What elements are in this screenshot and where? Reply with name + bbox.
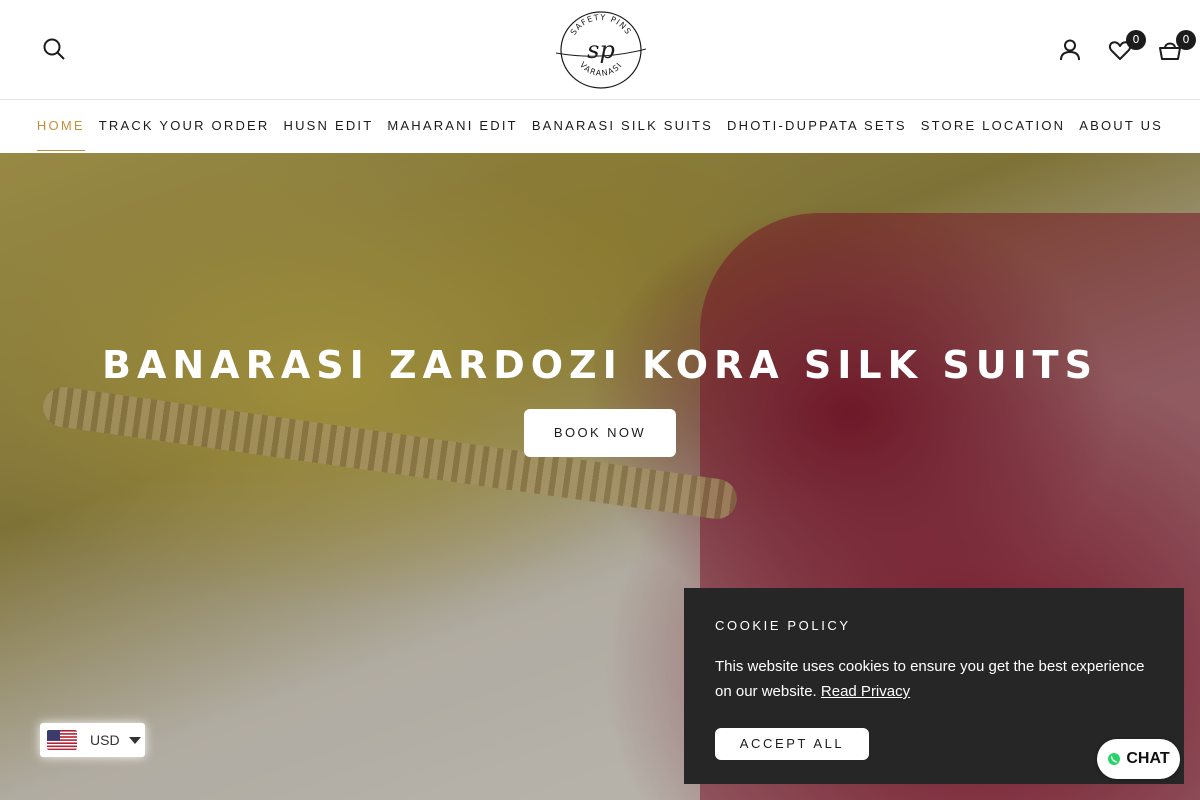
read-privacy-link[interactable]: Read Privacy [821,683,910,700]
nav-item-store-location[interactable]: STORE LOCATION [921,100,1065,153]
logo-monogram: sp [587,36,615,64]
main-nav: HOME TRACK YOUR ORDER HUSN EDIT MAHARANI… [0,100,1200,153]
wishlist-heart-icon[interactable]: 0 [1108,30,1146,62]
cookie-message: This website uses cookies to ensure you … [715,658,1145,700]
nav-item-maharani-edit[interactable]: MAHARANI EDIT [387,100,517,153]
chat-button[interactable]: CHAT [1097,739,1180,779]
nav-item-about-us[interactable]: ABOUT US [1079,100,1163,153]
account-icon[interactable] [1058,38,1082,62]
currency-selector[interactable]: USD [40,723,145,757]
cookie-title: COOKIE POLICY [715,618,851,633]
wishlist-count-badge: 0 [1126,30,1146,50]
book-now-button[interactable]: BOOK NOW [524,409,676,457]
cart-count-badge: 0 [1176,30,1196,50]
nav-item-track-order[interactable]: TRACK YOUR ORDER [99,100,270,153]
us-flag-icon [47,730,77,750]
hero-title: BANARASI ZARDOZI KORA SILK SUITS [102,343,1098,387]
currency-code: USD [90,732,120,748]
cart-basket-icon[interactable]: 0 [1158,30,1196,62]
caret-down-icon [128,736,141,744]
search-icon[interactable] [42,37,66,61]
site-header: SAFETY PINS sp VARANASI 0 0 [0,0,1200,100]
whatsapp-icon [1108,753,1121,765]
chat-label: CHAT [1126,750,1170,767]
nav-item-dhoti-duppata-sets[interactable]: DHOTI-DUPPATA SETS [727,100,907,153]
accept-all-button[interactable]: ACCEPT ALL [715,728,869,760]
header-actions: 0 0 [1058,30,1196,70]
site-logo[interactable]: SAFETY PINS sp VARANASI [554,9,648,91]
nav-item-husn-edit[interactable]: HUSN EDIT [284,100,374,153]
nav-item-banarasi-silk-suits[interactable]: BANARASI SILK SUITS [532,100,713,153]
nav-item-home[interactable]: HOME [36,100,85,153]
cookie-text: This website uses cookies to ensure you … [715,654,1155,704]
